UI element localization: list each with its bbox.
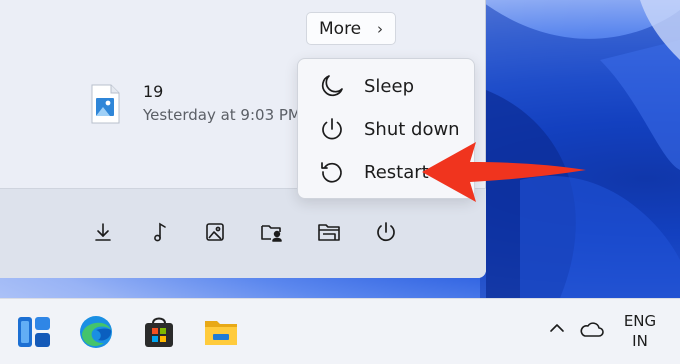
power-icon: [318, 115, 346, 143]
taskbar: ENG IN: [0, 298, 680, 364]
power-icon: [377, 222, 395, 242]
region-code: IN: [632, 332, 648, 350]
recent-file-item[interactable]: 19 Yesterday at 9:03 PM: [90, 80, 301, 128]
store-icon[interactable]: [141, 314, 177, 350]
more-button-label: More: [319, 18, 362, 39]
restart-icon: [318, 158, 346, 186]
user-folder-icon[interactable]: [258, 218, 286, 246]
edge-icon[interactable]: [78, 314, 114, 350]
recent-file-time: Yesterday at 9:03 PM: [143, 106, 301, 124]
recent-file-name: 19: [143, 82, 164, 101]
more-button[interactable]: More ›: [306, 12, 396, 45]
sleep-label: Sleep: [364, 75, 415, 97]
moon-icon: [318, 72, 346, 100]
widgets-icon[interactable]: [16, 314, 52, 350]
red-arrow-annotation: [422, 142, 586, 202]
downloads-icon[interactable]: [89, 218, 117, 246]
shut-down-label: Shut down: [364, 118, 460, 140]
onedrive-cloud-icon[interactable]: [579, 319, 605, 339]
language-code: ENG: [623, 312, 657, 330]
music-icon[interactable]: [146, 218, 174, 246]
chevron-right-icon: ›: [377, 20, 383, 38]
file-explorer-icon[interactable]: [203, 314, 239, 350]
pictures-icon[interactable]: [201, 218, 229, 246]
chevron-up-icon[interactable]: [548, 319, 566, 337]
file-explorer-icon[interactable]: [315, 218, 343, 246]
language-indicator[interactable]: ENG IN: [618, 311, 662, 351]
sleep-menu-item[interactable]: Sleep: [304, 66, 470, 106]
power-button[interactable]: [372, 218, 400, 246]
start-menu-footer: [0, 188, 486, 278]
image-file-icon: [91, 84, 120, 124]
